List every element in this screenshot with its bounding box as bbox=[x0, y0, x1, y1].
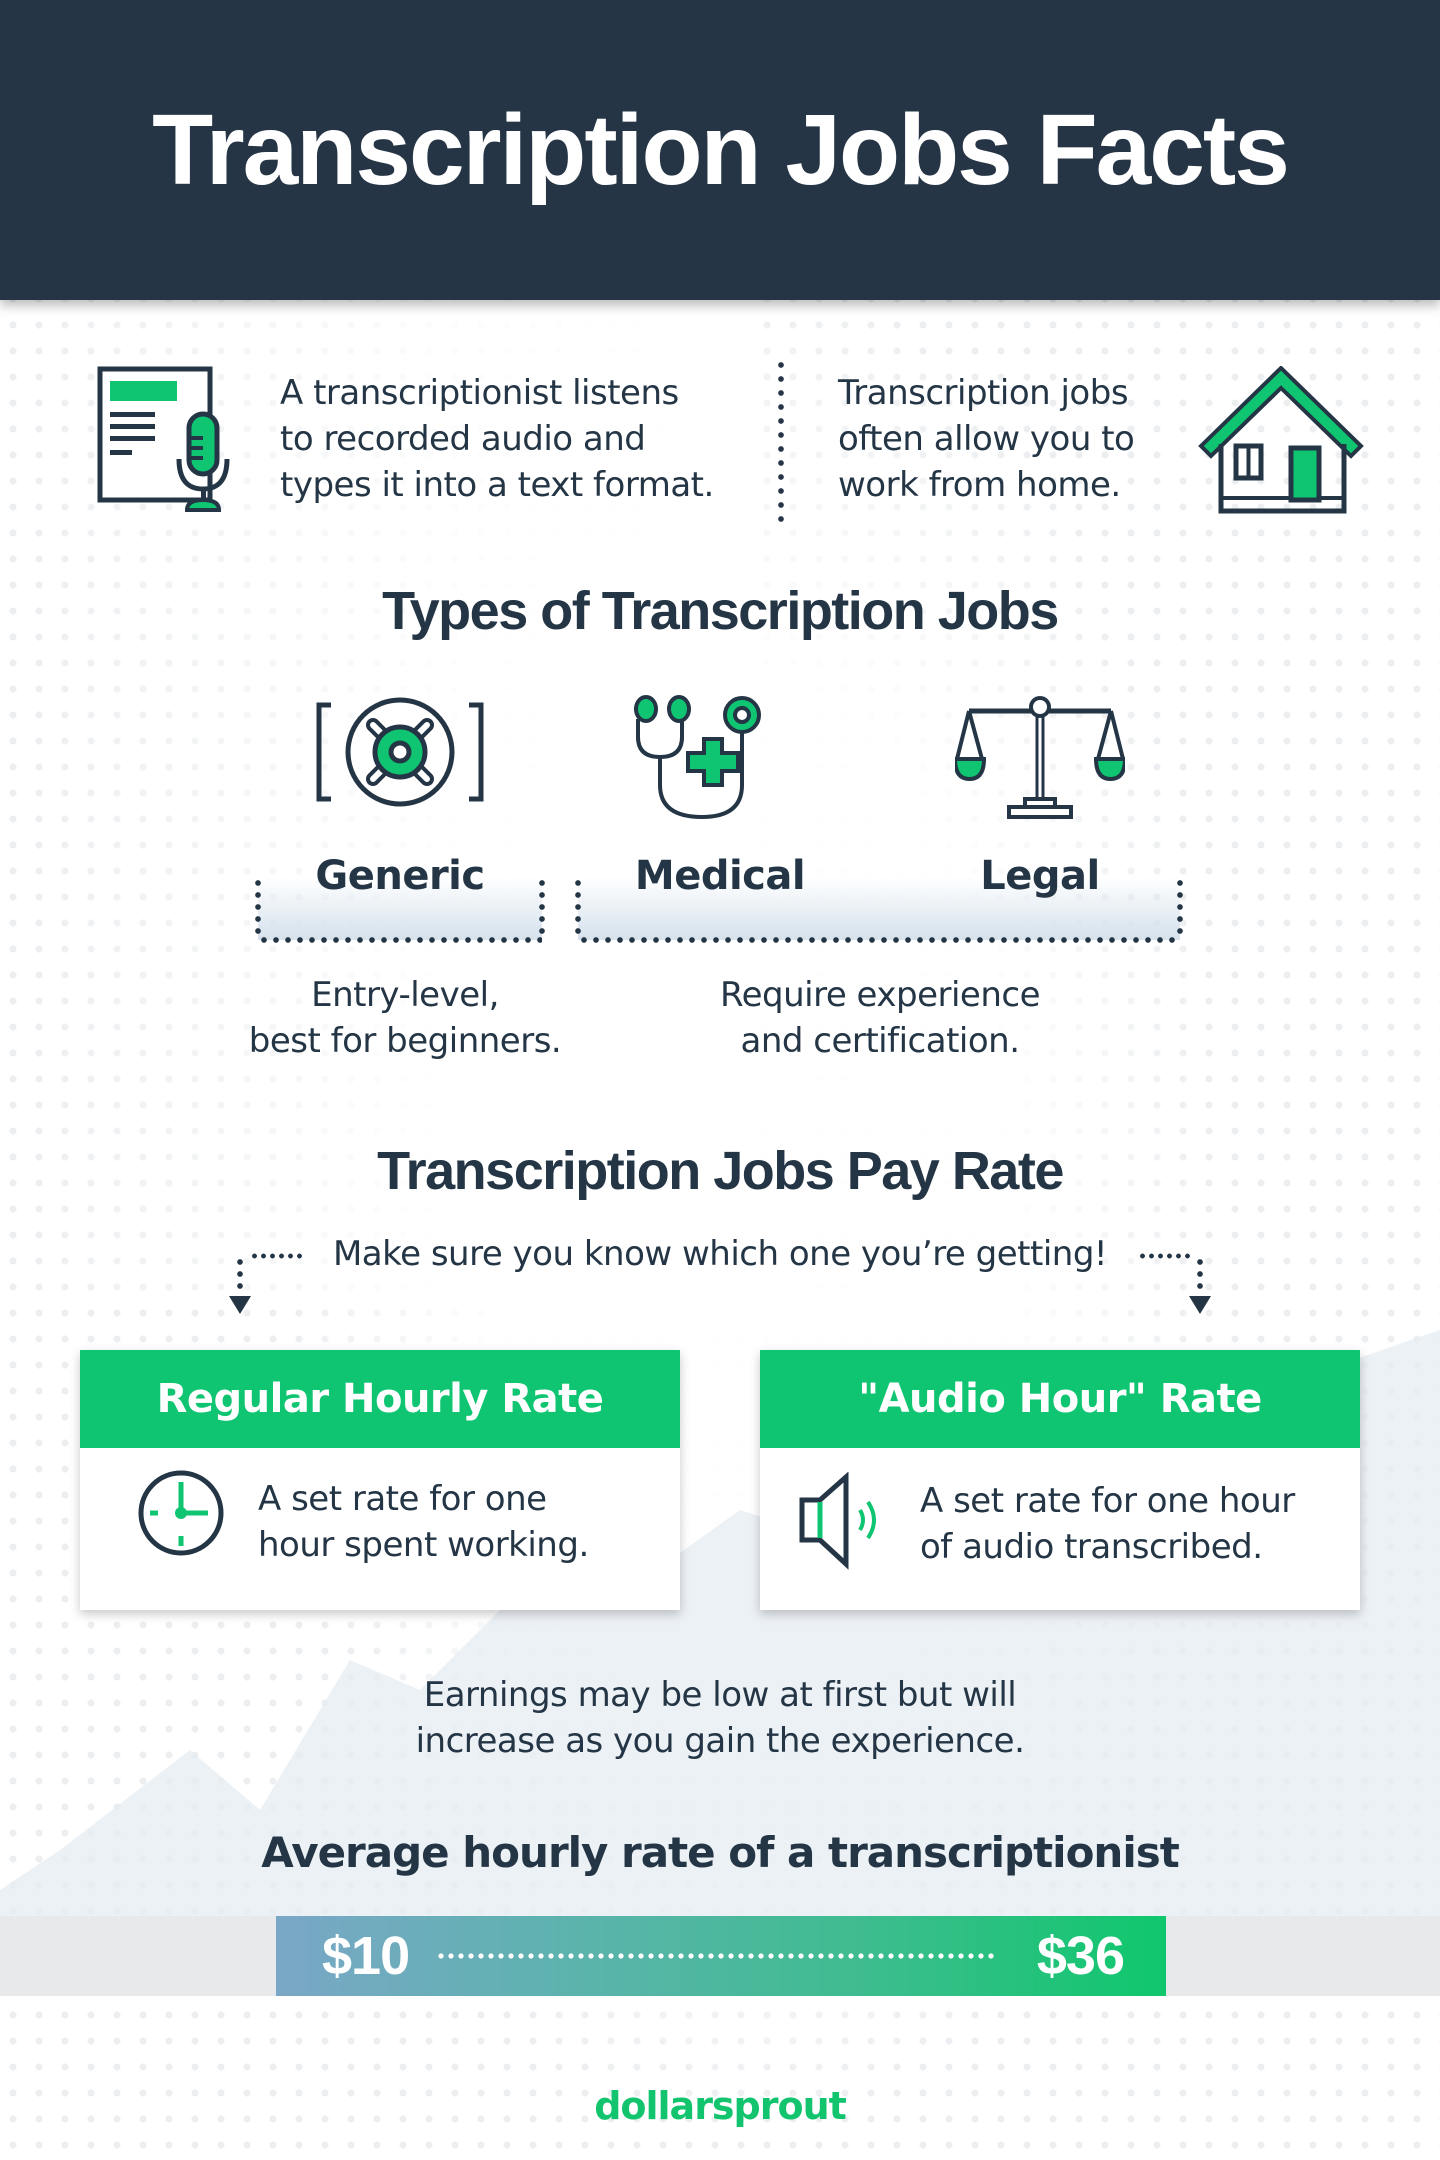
range-min-value: $10 bbox=[322, 1926, 410, 1986]
card-description-line: hour spent working. bbox=[258, 1525, 589, 1565]
card-description-line: A set rate for one bbox=[258, 1479, 547, 1519]
intro-definition-text: A transcriptionist listens to recorded a… bbox=[280, 370, 714, 508]
hourly-rate-range-bar: $10 $36 bbox=[276, 1916, 1166, 1996]
right-arrow-dotted-line bbox=[1138, 1253, 1194, 1259]
type-label-generic: Generic bbox=[315, 853, 485, 899]
clock-icon bbox=[138, 1470, 224, 1556]
generic-description-line: Entry-level, bbox=[311, 975, 499, 1015]
earnings-note: Earnings may be low at first but will in… bbox=[0, 1672, 1440, 1764]
medical-legal-description: Require experience and certification. bbox=[680, 972, 1080, 1064]
earnings-note-line: Earnings may be low at first but will bbox=[423, 1675, 1017, 1715]
card-description-line: A set rate for one hour bbox=[920, 1481, 1295, 1521]
type-label-medical: Medical bbox=[634, 853, 806, 899]
card-description-line: of audio transcribed. bbox=[920, 1527, 1263, 1567]
speaker-icon bbox=[799, 1472, 876, 1570]
intro-definition-line: to recorded audio and bbox=[280, 419, 646, 459]
range-max-value: $36 bbox=[1036, 1926, 1125, 1986]
pay-section-title: Transcription Jobs Pay Rate bbox=[377, 1141, 1064, 1201]
right-arrow-dotted-stem bbox=[1197, 1256, 1203, 1294]
card-description: A set rate for one hour spent working. bbox=[258, 1476, 589, 1568]
reel-icon bbox=[316, 697, 484, 807]
card-title: "Audio Hour" Rate bbox=[760, 1350, 1360, 1448]
medical-legal-description-line: Require experience bbox=[720, 975, 1041, 1015]
document-microphone-icon bbox=[97, 366, 230, 512]
intro-definition-line: A transcriptionist listens bbox=[280, 373, 679, 413]
right-down-arrow-icon bbox=[1189, 1296, 1211, 1314]
dollarsprout-logo: dollarsprout bbox=[594, 2084, 847, 2128]
medical-legal-description-line: and certification. bbox=[740, 1021, 1020, 1061]
dotted-divider bbox=[778, 358, 784, 523]
intro-definition-line: types it into a text format. bbox=[280, 465, 714, 505]
stethoscope-icon bbox=[634, 695, 761, 820]
intro-home-line: often allow you to bbox=[838, 419, 1135, 459]
range-dotted-line bbox=[436, 1953, 996, 1959]
left-arrow-dotted-stem bbox=[237, 1256, 243, 1294]
regular-hourly-rate-card: Regular Hourly Rate A set rate for one h… bbox=[80, 1350, 680, 1610]
pay-subtitle: Make sure you know which one you’re gett… bbox=[332, 1234, 1108, 1274]
intro-home-line: Transcription jobs bbox=[838, 373, 1129, 413]
house-icon bbox=[1198, 366, 1364, 514]
intro-home-line: work from home. bbox=[838, 465, 1121, 505]
page-title: Transcription Jobs Facts bbox=[152, 93, 1290, 206]
audio-hour-rate-card: "Audio Hour" Rate A set rate for one hou… bbox=[760, 1350, 1360, 1610]
scales-icon bbox=[955, 696, 1125, 819]
card-title: Regular Hourly Rate bbox=[80, 1350, 680, 1448]
header-banner: Transcription Jobs Facts bbox=[0, 0, 1440, 300]
earnings-note-line: increase as you gain the experience. bbox=[415, 1721, 1025, 1761]
generic-description-line: best for beginners. bbox=[248, 1021, 562, 1061]
average-rate-title: Average hourly rate of a transcriptionis… bbox=[261, 1828, 1180, 1877]
type-label-legal: Legal bbox=[980, 853, 1100, 899]
left-down-arrow-icon bbox=[229, 1296, 251, 1314]
types-section-title: Types of Transcription Jobs bbox=[382, 581, 1059, 641]
generic-description: Entry-level, best for beginners. bbox=[220, 972, 590, 1064]
left-arrow-dotted-line bbox=[250, 1253, 306, 1259]
card-description: A set rate for one hour of audio transcr… bbox=[920, 1478, 1295, 1570]
intro-work-from-home-text: Transcription jobs often allow you to wo… bbox=[838, 370, 1135, 508]
